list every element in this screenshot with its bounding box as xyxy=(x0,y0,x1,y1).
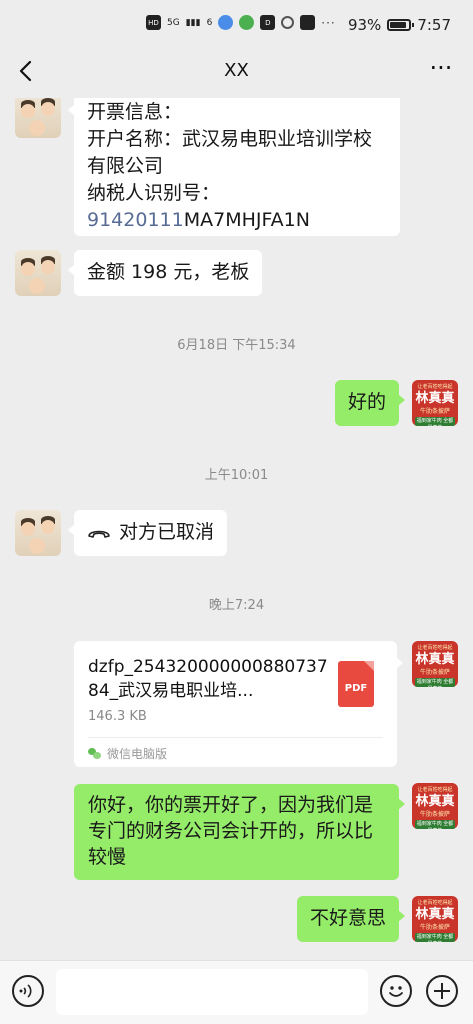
message-text: 对方已取消 xyxy=(119,521,215,543)
message-bubble-invoice-done[interactable]: 你好，你的票开好了，因为我们是专门的财务公司会计开的，所以比较慢 xyxy=(74,784,405,880)
voice-input-button[interactable] xyxy=(12,975,44,1007)
timestamp: 上午10:01 xyxy=(204,468,269,483)
status-icons: HD 5G ▮▮▮ 6 D ··· xyxy=(146,15,336,30)
wechat-mini-icon xyxy=(88,748,101,759)
message-bubble-invoice-info[interactable]: 开票信息： 开户名称：武汉易电职业培训学校 有限公司 纳税人识别号： 91420… xyxy=(68,98,400,236)
more-functions-button[interactable] xyxy=(426,975,458,1007)
input-bar xyxy=(0,960,473,1024)
phone-hangup-icon xyxy=(88,530,110,538)
timestamp: 6月18日 下午15:34 xyxy=(177,338,296,353)
file-source: 微信电脑版 xyxy=(88,745,167,762)
my-avatar[interactable]: 让老百姓吃得起 林真真 牛肋条披萨 福到家牛肉 全都是真牛 xyxy=(412,380,458,426)
wifi-6-icon: 6 xyxy=(206,17,213,28)
status-right: 93% 7:57 xyxy=(348,16,451,34)
wechat-notify-icon xyxy=(281,16,295,29)
message-text: 金额 198 元，老板 xyxy=(87,261,250,283)
pdf-file-icon: PDF xyxy=(338,661,374,707)
message-line: 开票信息： xyxy=(87,101,183,123)
emoji-button[interactable] xyxy=(380,975,412,1007)
my-avatar[interactable]: 让老百姓吃得起 林真真 牛肋条披萨 福到家牛肉 全都是真牛 xyxy=(412,783,458,829)
tax-id-link[interactable]: 91420111 xyxy=(87,209,184,231)
message-bubble-ok[interactable]: 好的 xyxy=(334,380,406,426)
file-size: 146.3 KB xyxy=(88,709,147,724)
app-notify-icon xyxy=(218,15,234,30)
message-bubble-sorry[interactable]: 不好意思 xyxy=(296,896,406,942)
voice-icon xyxy=(19,984,32,998)
more-button[interactable]: ··· xyxy=(427,56,455,84)
contact-avatar[interactable] xyxy=(15,250,61,296)
chat-header: XX ··· xyxy=(0,46,473,98)
signal-5g-icon: 5G xyxy=(167,17,180,28)
message-line: 纳税人识别号： xyxy=(87,182,221,204)
message-input[interactable] xyxy=(56,969,368,1015)
chat-area[interactable]: 开票信息： 开户名称：武汉易电职业培训学校 有限公司 纳税人识别号： 91420… xyxy=(0,98,473,960)
file-source-label: 微信电脑版 xyxy=(107,747,168,761)
message-text: 好的 xyxy=(347,391,386,413)
chat-title: XX xyxy=(224,60,249,81)
status-bar: HD 5G ▮▮▮ 6 D ··· 93% 7:57 xyxy=(0,0,473,46)
contact-avatar[interactable] xyxy=(15,98,61,138)
tax-id-rest: MA7MHJFA1N xyxy=(183,209,310,231)
signal-bars-icon: ▮▮▮ xyxy=(185,17,201,28)
gallery-icon xyxy=(300,15,316,30)
my-avatar[interactable]: 让老百姓吃得起 林真真 牛肋条披萨 福到家牛肉 全都是真牛 xyxy=(412,896,458,942)
call-cancelled-bubble[interactable]: 对方已取消 xyxy=(67,510,228,556)
tax-id: 91420111MA7MHJFA1N xyxy=(87,207,387,234)
hd-icon: HD xyxy=(146,15,161,30)
more-notifications-icon: ··· xyxy=(321,15,336,30)
message-line: 开户名称：武汉易电职业培训学校 xyxy=(87,128,373,150)
emoji-icon xyxy=(389,986,403,997)
message-bubble-amount[interactable]: 金额 198 元，老板 xyxy=(67,250,263,296)
battery-icon xyxy=(387,19,415,31)
message-line: 有限公司 xyxy=(87,155,164,177)
contact-avatar[interactable] xyxy=(15,510,61,556)
message-text: 不好意思 xyxy=(309,907,386,929)
my-avatar[interactable]: 让老百姓吃得起 林真真 牛肋条披萨 福到家牛肉 全都是真牛 xyxy=(412,641,458,687)
timestamp: 晚上7:24 xyxy=(208,598,265,613)
more-dots-icon: ··· xyxy=(429,54,453,82)
clock: 7:57 xyxy=(417,16,451,34)
file-name: dzfp_25432000000088073784_武汉易电职业培... xyxy=(88,657,328,701)
message-text: 你好，你的票开好了，因为我们是专门的财务公司会计开的，所以比较慢 xyxy=(88,794,374,868)
browser-icon xyxy=(239,15,255,30)
battery-percent: 93% xyxy=(347,16,382,34)
app-d-icon: D xyxy=(260,15,276,30)
file-divider xyxy=(88,737,383,738)
file-message-card[interactable]: dzfp_25432000000088073784_武汉易电职业培... 146… xyxy=(74,641,403,767)
